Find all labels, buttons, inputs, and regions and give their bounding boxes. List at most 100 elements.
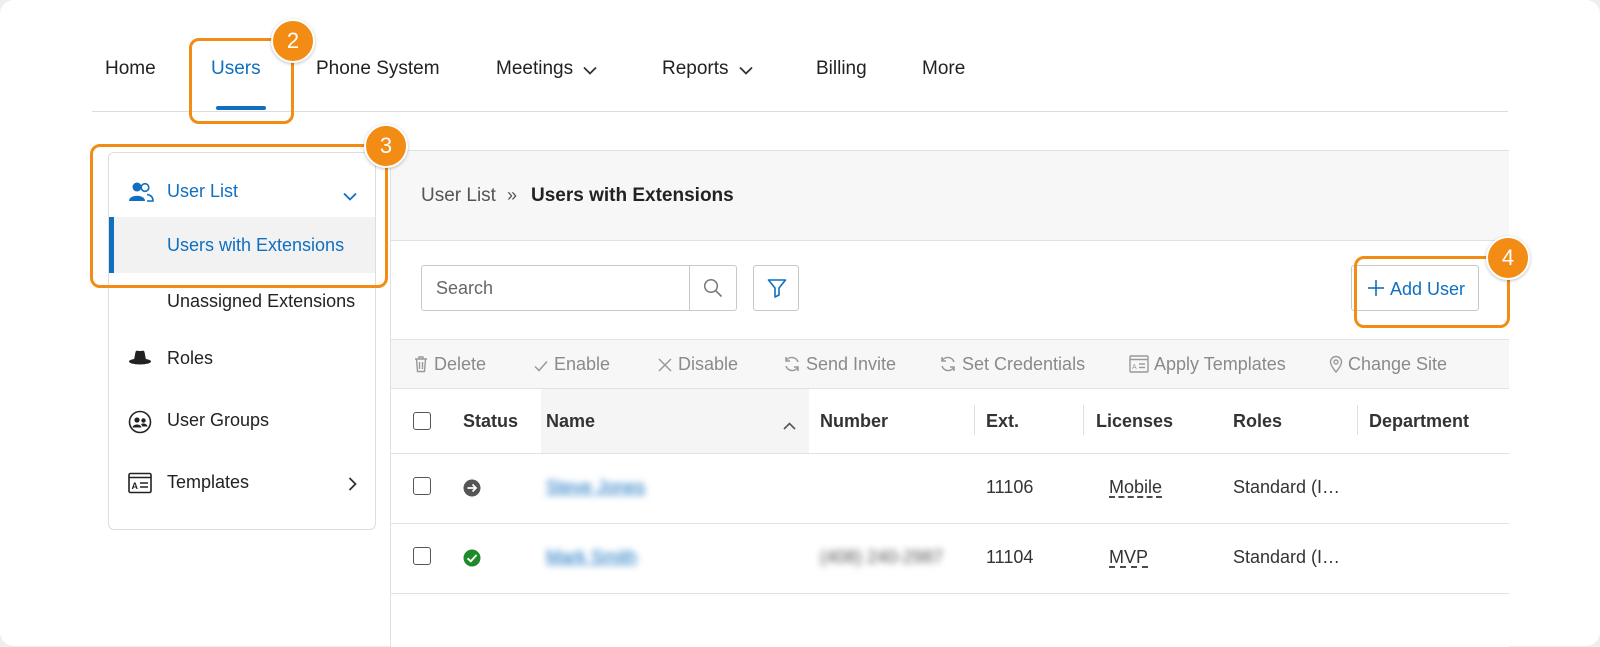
sidebar-item-label: User Groups (167, 410, 270, 430)
check-icon (534, 361, 548, 372)
column-header-department[interactable]: Department (1369, 411, 1469, 432)
refresh-icon (941, 356, 955, 372)
trash-icon (415, 356, 427, 373)
callout-badge: 2 (271, 19, 315, 63)
sidebar-item-user-groups[interactable]: User Groups (109, 398, 375, 442)
column-header-licenses[interactable]: Licenses (1096, 411, 1173, 432)
table-header: Status Name Number Ext. Licenses Roles D… (391, 389, 1509, 454)
nav-meetings[interactable]: Meetings (496, 58, 597, 81)
chevron-down-icon (738, 59, 753, 81)
table-row[interactable]: Mark Smith (408) 240-2987 11104 MVP Stan… (391, 523, 1509, 594)
user-role: Standard (I… (1233, 547, 1341, 567)
column-divider (974, 405, 975, 435)
main-panel: User List » Users with Extensions Search… (390, 150, 1509, 647)
table-row[interactable]: Steve Jones 11106 Mobile Standard (I… (391, 453, 1509, 524)
add-user-button[interactable]: Add User (1351, 265, 1479, 311)
breadcrumb-user-list[interactable]: User List (421, 185, 496, 207)
nav-billing[interactable]: Billing (816, 58, 867, 80)
column-header-ext[interactable]: Ext. (986, 411, 1019, 432)
change-site-label: Change Site (1348, 354, 1448, 374)
search-icon (703, 278, 723, 298)
status-redirect-icon (463, 479, 481, 502)
svg-text:A: A (132, 481, 139, 491)
sidebar-item-label: Unassigned Extensions (167, 291, 356, 311)
template-icon: A (1129, 355, 1149, 373)
enable-label: Enable (554, 354, 611, 374)
nav-meetings-label: Meetings (496, 58, 574, 79)
chevron-right-icon (348, 475, 357, 496)
sidebar-item-unassigned-extensions[interactable]: Unassigned Extensions (109, 273, 375, 329)
column-header-name[interactable]: Name (546, 411, 595, 432)
sidebar-item-label: Roles (167, 348, 214, 368)
select-all-checkbox[interactable] (413, 412, 431, 430)
nav-reports-label: Reports (662, 58, 729, 79)
enable-button[interactable]: Enable (533, 354, 610, 375)
disable-label: Disable (678, 354, 739, 374)
page-title: Users with Extensions (531, 185, 734, 206)
sidebar-item-users-with-extensions[interactable]: Users with Extensions (109, 217, 375, 273)
close-icon (658, 358, 672, 372)
user-ext: 11104 (986, 547, 1034, 567)
callout-badge: 3 (364, 124, 408, 168)
search-box (421, 265, 737, 311)
search-button[interactable] (689, 266, 736, 310)
user-list-icon (128, 181, 154, 208)
user-number: (408) 240-2987 (820, 547, 944, 567)
location-pin-icon (1329, 355, 1343, 374)
set-credentials-label: Set Credentials (962, 354, 1086, 374)
user-license-link[interactable]: MVP (1109, 547, 1148, 568)
nav-more[interactable]: More (922, 58, 965, 80)
column-divider (1357, 405, 1358, 435)
status-active-icon (463, 549, 481, 572)
disable-button[interactable]: Disable (657, 354, 738, 375)
user-groups-icon (128, 410, 152, 439)
row-checkbox[interactable] (413, 547, 431, 565)
bulk-action-toolbar: Delete Enable Disable Send Invite Set Cr… (391, 339, 1509, 389)
chevron-down-icon (583, 59, 597, 81)
add-user-label: Add User (1390, 279, 1466, 299)
sidebar-item-label: Templates (167, 472, 250, 492)
sidebar-item-user-list[interactable]: User List (109, 169, 375, 213)
hat-icon (128, 348, 152, 373)
delete-label: Delete (434, 354, 487, 374)
column-header-roles[interactable]: Roles (1233, 411, 1282, 432)
change-site-button[interactable]: Change Site (1329, 354, 1447, 375)
user-name-link[interactable]: Mark Smith (546, 547, 637, 568)
sidebar-item-templates[interactable]: A Templates (109, 460, 375, 504)
sidebar-item-label: User List (167, 181, 239, 201)
svg-text:A: A (1132, 364, 1137, 371)
sidebar-item-label: Users with Extensions (167, 235, 345, 255)
apply-templates-button[interactable]: A Apply Templates (1129, 354, 1286, 375)
callout-badge: 4 (1486, 236, 1530, 280)
column-divider (1083, 405, 1084, 435)
row-checkbox[interactable] (413, 477, 431, 495)
delete-button[interactable]: Delete (413, 354, 486, 375)
app-window: Home Users Phone System Meetings Reports… (0, 0, 1600, 647)
refresh-icon (785, 356, 799, 372)
user-role: Standard (I… (1233, 477, 1341, 497)
column-header-status[interactable]: Status (463, 411, 518, 432)
template-icon: A (128, 472, 152, 499)
sidebar-item-roles[interactable]: Roles (109, 336, 375, 380)
search-input[interactable] (422, 266, 692, 310)
user-license-link[interactable]: Mobile (1109, 477, 1162, 498)
user-ext: 11106 (986, 477, 1034, 497)
column-header-number[interactable]: Number (820, 411, 888, 432)
chevron-down-icon (343, 185, 357, 206)
nav-users[interactable]: Users (211, 58, 261, 80)
plus-icon (1368, 280, 1384, 296)
nav-phone-system[interactable]: Phone System (316, 58, 440, 80)
breadcrumb: User List » Users with Extensions (391, 151, 1509, 241)
send-invite-label: Send Invite (806, 354, 897, 374)
nav-active-indicator (216, 106, 266, 110)
send-invite-button[interactable]: Send Invite (783, 354, 896, 375)
sidebar: User List Users with Extensions Unassign… (108, 152, 376, 530)
user-name-link[interactable]: Steve Jones (546, 477, 645, 498)
filter-button[interactable] (753, 265, 799, 311)
set-credentials-button[interactable]: Set Credentials (939, 354, 1085, 375)
filter-icon (767, 279, 787, 298)
sort-ascending-icon[interactable] (783, 417, 796, 435)
nav-reports[interactable]: Reports (662, 58, 753, 81)
breadcrumb-separator: » (507, 185, 518, 205)
nav-home[interactable]: Home (105, 58, 156, 80)
